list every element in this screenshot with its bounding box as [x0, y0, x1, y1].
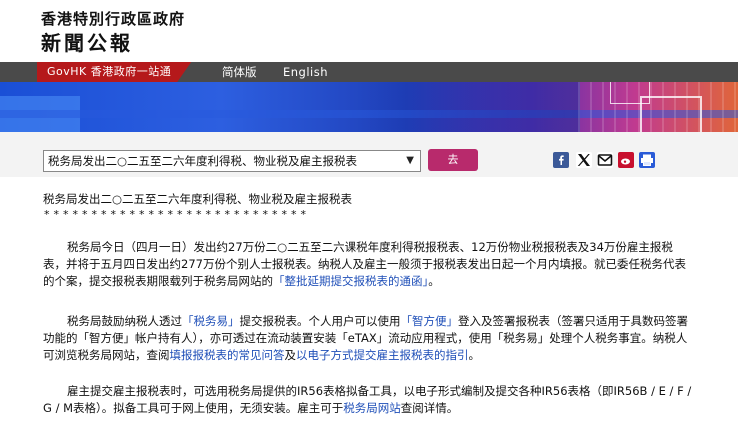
page-title: 新聞公報 — [41, 31, 133, 55]
etax-link[interactable]: 「税务易」 — [182, 314, 240, 328]
weibo-icon[interactable] — [618, 152, 634, 168]
article-select[interactable]: 税务局发出二○二五至二六年度利得税、物业税及雇主报税表 ▼ — [43, 150, 421, 172]
x-icon[interactable] — [576, 152, 592, 168]
facebook-icon[interactable] — [553, 152, 569, 168]
paragraph-1: 税务局今日（四月一日）发出约27万份二○二五至二六课税年度利得税报税表、12万份… — [43, 239, 693, 290]
chevron-down-icon: ▼ — [406, 155, 414, 166]
english-link[interactable]: English — [283, 62, 328, 82]
article-title: 税务局发出二○二五至二六年度利得税、物业税及雇主报税表 — [43, 192, 353, 206]
header-banner — [0, 82, 738, 132]
employer-return-guide-link[interactable]: 以电子方式提交雇主报税表的指引 — [296, 348, 469, 362]
government-name: 香港特別行政區政府 — [41, 10, 186, 28]
ird-website-link[interactable]: 税务局网站 — [343, 401, 401, 415]
go-button[interactable]: 去 — [428, 149, 478, 171]
simplified-chinese-link[interactable]: 简体版 — [222, 62, 257, 82]
banner-frame — [640, 96, 702, 132]
p2-text-a: 税务局鼓励纳税人透过 — [67, 314, 182, 328]
email-icon[interactable] — [597, 152, 613, 168]
title-separator: **************************** — [44, 208, 310, 221]
paragraph-2: 税务局鼓励纳税人透过「税务易」提交报税表。个人用户可以使用「智方便」登入及签署报… — [43, 313, 693, 364]
p2-text-d: 及 — [284, 348, 297, 362]
masthead: 香港特別行政區政府 新聞公報 — [0, 0, 738, 62]
article-body: 税务局发出二○二五至二六年度利得税、物业税及雇主报税表 ************… — [0, 177, 738, 427]
govhk-label: GovHK 香港政府一站通 — [47, 65, 172, 78]
p2-text-b: 提交报税表。个人用户可以使用 — [239, 314, 401, 328]
article-toolbar: 税务局发出二○二五至二六年度利得税、物业税及雇主报税表 ▼ 去 — [0, 132, 738, 177]
article-select-value: 税务局发出二○二五至二六年度利得税、物业税及雇主报税表 — [48, 154, 358, 168]
govhk-link[interactable]: GovHK 香港政府一站通 — [37, 62, 191, 82]
paragraph-3: 雇主提交雇主报税表时，可选用税务局提供的IR56表格拟备工具，以电子形式编制及提… — [43, 383, 693, 417]
p2-end: 。 — [468, 348, 481, 362]
banner-stripe-shade — [360, 82, 580, 132]
p3-end: 查阅详情。 — [400, 401, 459, 415]
print-icon[interactable] — [639, 152, 655, 168]
top-nav-bar: GovHK 香港政府一站通 简体版 English — [0, 62, 738, 82]
p1-end: 。 — [428, 274, 440, 288]
bulk-extension-circular-link[interactable]: 「整批延期提交报税表的通函」 — [273, 274, 428, 288]
faq-link[interactable]: 填报报税表的常见问答 — [170, 348, 285, 362]
iam-smart-link[interactable]: 「智方便」 — [401, 314, 459, 328]
